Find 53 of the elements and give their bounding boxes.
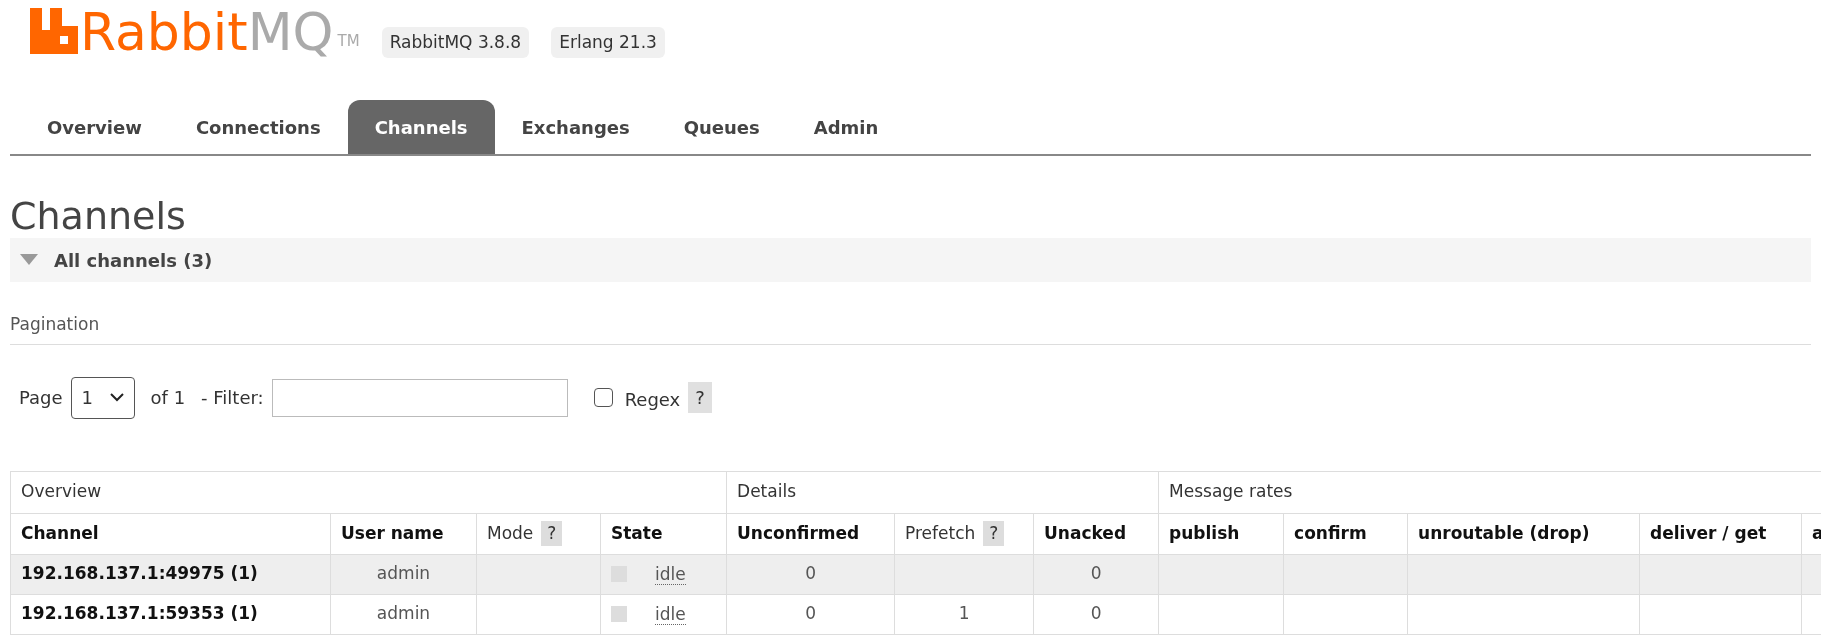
table-cell: 0	[726, 554, 895, 594]
chevron-icon	[109, 393, 124, 402]
column-header: Prefetch ?	[894, 513, 1034, 554]
table-cell: 0	[726, 594, 895, 634]
help-button[interactable]: ?	[541, 520, 563, 547]
page-count: of 1	[150, 386, 186, 410]
column-header: unroutable (drop)	[1407, 513, 1640, 554]
group-header: Details	[726, 471, 1159, 513]
page-label: Page	[19, 386, 63, 410]
column-header: Unconfirmed	[726, 513, 895, 554]
table-cell: 0	[1033, 554, 1159, 594]
section-header[interactable]: All channels (3)	[10, 238, 1811, 282]
nav-tab[interactable]: Queues	[656, 100, 787, 154]
version-badge: RabbitMQ 3.8.8	[381, 26, 530, 58]
column-header: Unacked	[1033, 513, 1159, 554]
column-header: confirm	[1283, 513, 1408, 554]
table-cell: 1	[894, 594, 1034, 634]
help-button[interactable]: ?	[983, 520, 1005, 547]
column-header: State	[600, 513, 727, 554]
column-header: Mode ?	[476, 513, 601, 554]
filter-label: - Filter:	[201, 386, 264, 410]
nav-tab[interactable]: Exchanges	[494, 100, 657, 154]
group-header: Overview	[10, 471, 727, 513]
nav-tab[interactable]: Channels	[347, 100, 495, 154]
nav-tab[interactable]: Admin	[786, 100, 906, 154]
logo-icon	[30, 8, 78, 54]
nav-tab[interactable]: Connections	[168, 100, 348, 154]
help-button[interactable]: ?	[688, 382, 712, 413]
table-cell: admin	[330, 554, 477, 594]
nav-tab[interactable]: Overview	[20, 100, 169, 154]
page-title: Channels	[10, 194, 187, 238]
page-select[interactable]: 1	[70, 376, 135, 419]
channel-cell[interactable]: 192.168.137.1:49975 (1)	[10, 554, 331, 594]
table-cell: admin	[330, 594, 477, 634]
logo-text: MQ	[247, 2, 334, 62]
column-header: deliver / get	[1639, 513, 1802, 554]
version-badge: Erlang 21.3	[551, 26, 665, 58]
column-header: User name	[330, 513, 477, 554]
channel-cell[interactable]: 192.168.137.1:59353 (1)	[10, 594, 331, 634]
pagination-heading: Pagination	[10, 312, 1811, 345]
column-header: Channel	[10, 513, 331, 554]
trademark: TM	[337, 30, 360, 52]
regex-label: Regex	[624, 388, 681, 412]
group-header: Message rates	[1158, 471, 1821, 513]
state-label: idle	[655, 563, 686, 585]
filter-field[interactable]	[271, 378, 568, 417]
regex-checkbox[interactable]	[593, 388, 613, 407]
state-icon	[611, 606, 627, 622]
triangle-icon	[20, 254, 38, 266]
column-header: publish	[1158, 513, 1284, 554]
table-cell: 0	[1033, 594, 1159, 634]
logo-text: Rabbit	[80, 2, 248, 62]
state-label: idle	[655, 603, 686, 625]
